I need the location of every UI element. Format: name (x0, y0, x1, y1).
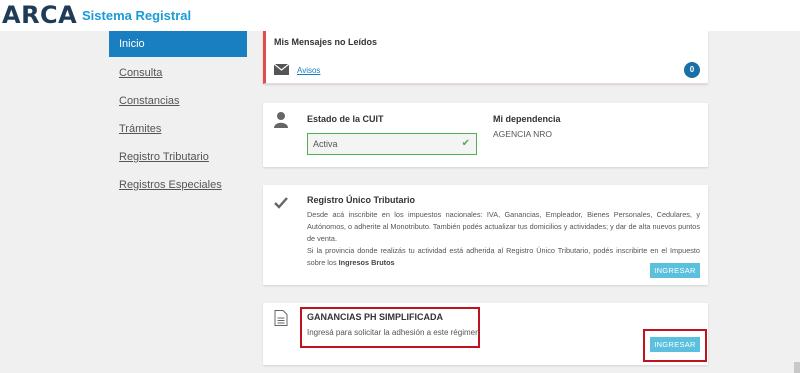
sidebar-item-inicio[interactable]: Inicio (109, 31, 247, 57)
app-title[interactable]: Sistema Registral (82, 8, 191, 23)
cuit-status-field: Activa ✔ (307, 133, 477, 155)
cuit-status-value: Activa (313, 139, 338, 149)
avisos-link[interactable]: Avisos (297, 66, 320, 75)
arca-logo[interactable]: ARCA (2, 1, 77, 29)
sidebar-item-constancias[interactable]: Constancias (109, 87, 247, 115)
ganancias-card: GANANCIAS PH SIMPLIFICADA Ingresá para s… (263, 303, 708, 365)
sidebar-item-tramites[interactable]: Trámites (109, 115, 247, 143)
rut-ingresar-button[interactable]: INGRESAR (650, 263, 700, 278)
sidebar-item-consulta[interactable]: Consulta (109, 59, 247, 87)
sidebar-item-registros-especiales[interactable]: Registros Especiales (109, 171, 247, 199)
checkmark-icon (274, 197, 288, 209)
ganancias-title: GANANCIAS PH SIMPLIFICADA (307, 312, 444, 322)
ingresos-brutos-text: Ingresos Brutos (338, 258, 395, 267)
sidebar-nav: Inicio Consulta Constancias Trámites Reg… (109, 31, 247, 199)
rut-title: Registro Único Tributario (307, 195, 416, 205)
document-icon (274, 310, 288, 326)
dependency-label: Mi dependencia (493, 114, 561, 124)
user-icon (274, 112, 288, 128)
rut-card: Registro Único Tributario Desde acá insc… (263, 185, 708, 285)
rut-text-paragraph-1: Desde acá inscribite en los impuestos na… (307, 210, 700, 243)
ganancias-ingresar-button[interactable]: INGRESAR (650, 337, 700, 352)
rut-description: Desde acá inscribite en los impuestos na… (307, 209, 700, 269)
check-icon: ✔ (461, 138, 470, 149)
dependency-value: AGENCIA NRO (493, 129, 553, 139)
top-bar: ARCA Sistema Registral (0, 0, 800, 31)
cuit-status-card: Estado de la CUIT Activa ✔ Mi dependenci… (263, 103, 708, 167)
cuit-status-label: Estado de la CUIT (307, 114, 384, 124)
unread-messages-card: Mis Mensajes no Leídos Avisos 0 (263, 31, 708, 84)
messages-title: Mis Mensajes no Leídos (274, 37, 378, 47)
unread-count-badge: 0 (684, 62, 700, 78)
ganancias-subtitle: Ingresá para solicitar la adhesión a est… (307, 328, 480, 337)
envelope-icon (274, 64, 289, 75)
scrollbar[interactable] (794, 362, 800, 373)
sidebar-item-registro-tributario[interactable]: Registro Tributario (109, 143, 247, 171)
